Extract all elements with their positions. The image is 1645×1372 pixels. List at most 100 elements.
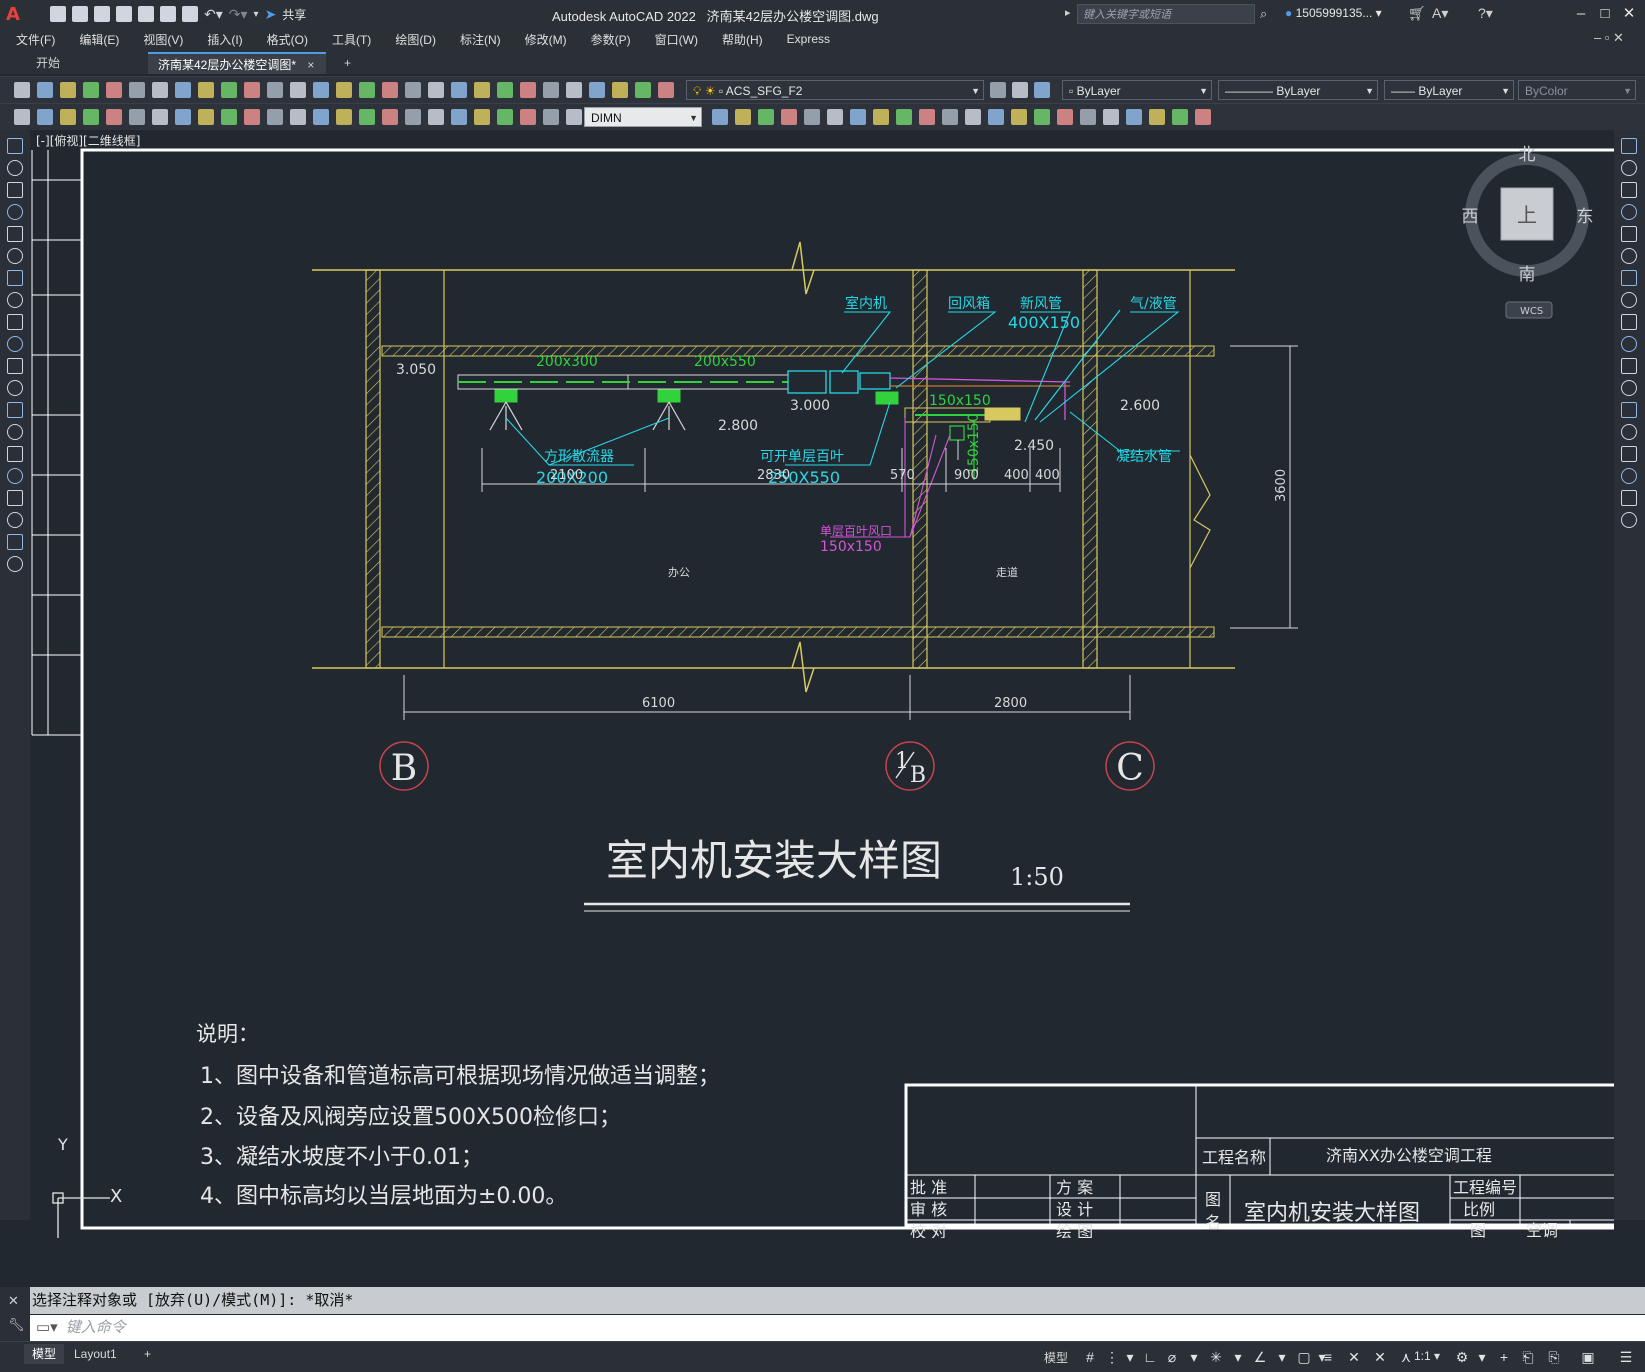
draw-tool-icon[interactable]: [7, 314, 23, 330]
dimension-tool-icon[interactable]: [497, 109, 513, 125]
modify-tool-icon[interactable]: [1621, 402, 1637, 418]
close-command-icon[interactable]: ✕: [8, 1293, 30, 1309]
status-toggle-icon[interactable]: ⎘: [1546, 1349, 1562, 1365]
dimension-tool-icon[interactable]: [942, 109, 958, 125]
dimension-tool-icon[interactable]: [758, 109, 774, 125]
standard-tool-icon[interactable]: [589, 82, 605, 98]
command-prompt-icon[interactable]: ▭▾: [36, 1319, 58, 1336]
cart-icon[interactable]: 🛒︎: [1408, 5, 1426, 22]
annotation-scale[interactable]: 1:1 ▾: [1414, 1349, 1440, 1363]
standard-tool-icon[interactable]: [152, 82, 168, 98]
dimension-tool-icon[interactable]: [83, 109, 99, 125]
standard-tool-icon[interactable]: [60, 82, 76, 98]
dimension-tool-icon[interactable]: [1126, 109, 1142, 125]
dimension-tool-icon[interactable]: [198, 109, 214, 125]
dimension-tool-icon[interactable]: [1057, 109, 1073, 125]
menu-parametric[interactable]: 参数(P): [579, 31, 643, 48]
color-combo[interactable]: ▫ ByLayer ▼: [1062, 80, 1212, 100]
standard-tool-icon[interactable]: [129, 82, 145, 98]
dimension-tool-icon[interactable]: [1034, 109, 1050, 125]
dimension-tool-icon[interactable]: [1195, 109, 1211, 125]
command-input[interactable]: ▭▾ 键入命令: [30, 1315, 1645, 1341]
dimension-tool-icon[interactable]: [152, 109, 168, 125]
draw-tool-icon[interactable]: [7, 534, 23, 550]
lineweight-combo[interactable]: —— ByLayer ▼: [1384, 80, 1514, 100]
command-line-handle[interactable]: ✕ 🔧︎: [0, 1287, 30, 1341]
modify-tool-icon[interactable]: [1621, 512, 1637, 528]
tab-active-drawing[interactable]: 济南某42层办公楼空调图* ×: [148, 52, 326, 74]
new-file-icon[interactable]: [50, 6, 66, 22]
status-toggle-icon[interactable]: ▾: [1474, 1349, 1490, 1365]
search-icon[interactable]: ⌕: [1260, 6, 1267, 22]
tab-close-button[interactable]: ×: [307, 58, 314, 72]
close-window-button[interactable]: ✕: [1618, 3, 1640, 25]
menu-window[interactable]: 窗口(W): [643, 31, 710, 48]
modify-tool-icon[interactable]: [1621, 182, 1637, 198]
autodesk-a-icon[interactable]: A▾: [1432, 5, 1448, 22]
draw-tool-icon[interactable]: [7, 446, 23, 462]
modify-tool-icon[interactable]: [1621, 226, 1637, 242]
dimension-tool-icon[interactable]: [781, 109, 797, 125]
draw-tool-icon[interactable]: [7, 336, 23, 352]
draw-tool-icon[interactable]: [7, 182, 23, 198]
modify-tool-icon[interactable]: [1621, 358, 1637, 374]
standard-tool-icon[interactable]: [990, 82, 1006, 98]
status-toggle-icon[interactable]: ≡: [1320, 1349, 1336, 1365]
tab-add-button[interactable]: +: [334, 52, 361, 74]
dimension-tool-icon[interactable]: [988, 109, 1004, 125]
dimension-tool-icon[interactable]: [244, 109, 260, 125]
linetype-combo[interactable]: ———— ByLayer ▼: [1218, 80, 1378, 100]
modify-tool-icon[interactable]: [1621, 248, 1637, 264]
standard-tool-icon[interactable]: [382, 82, 398, 98]
dimension-tool-icon[interactable]: [60, 109, 76, 125]
drawing-canvas[interactable]: [-][俯视][二维线框] 室内机 回风箱 新风管 气/液管 400X150 2…: [30, 130, 1614, 1238]
modify-tool-icon[interactable]: [1621, 292, 1637, 308]
modify-tool-icon[interactable]: [1621, 446, 1637, 462]
draw-tool-icon[interactable]: [7, 270, 23, 286]
status-toggle-icon[interactable]: ▾: [1274, 1349, 1290, 1365]
dimension-tool-icon[interactable]: [873, 109, 889, 125]
draw-tool-icon[interactable]: [7, 248, 23, 264]
viewcube-south[interactable]: 南: [1519, 265, 1536, 285]
modify-tool-icon[interactable]: [1621, 424, 1637, 440]
dimension-tool-icon[interactable]: [827, 109, 843, 125]
standard-tool-icon[interactable]: [428, 82, 444, 98]
standard-tool-icon[interactable]: [612, 82, 628, 98]
status-toggle-icon[interactable]: ⌀: [1164, 1349, 1180, 1365]
dimension-tool-icon[interactable]: [804, 109, 820, 125]
standard-tool-icon[interactable]: [520, 82, 536, 98]
dimension-tool-icon[interactable]: [1011, 109, 1027, 125]
tab-add-layout[interactable]: +: [136, 1344, 159, 1364]
status-toggle-icon[interactable]: ∟: [1142, 1349, 1158, 1365]
open-web-icon[interactable]: [138, 6, 154, 22]
status-toggle-icon[interactable]: +: [1496, 1349, 1512, 1365]
modify-tool-icon[interactable]: [1621, 270, 1637, 286]
dimension-tool-icon[interactable]: [919, 109, 935, 125]
dimension-tool-icon[interactable]: [290, 109, 306, 125]
search-expand-icon[interactable]: ▸: [1065, 6, 1071, 19]
undo-icon[interactable]: ↶▾: [204, 6, 223, 23]
standard-tool-icon[interactable]: [405, 82, 421, 98]
status-toggle-icon[interactable]: ▣: [1580, 1349, 1596, 1365]
standard-tool-icon[interactable]: [451, 82, 467, 98]
status-toggle-icon[interactable]: ⋏: [1398, 1349, 1414, 1365]
draw-tool-icon[interactable]: [7, 226, 23, 242]
viewcube-east[interactable]: 东: [1577, 207, 1594, 227]
tab-model[interactable]: 模型: [24, 1344, 65, 1364]
dimension-tool-icon[interactable]: [543, 109, 559, 125]
dimension-tool-icon[interactable]: [336, 109, 352, 125]
draw-tool-icon[interactable]: [7, 160, 23, 176]
user-account[interactable]: ● 1505999135... ▾: [1285, 6, 1382, 20]
draw-tool-icon[interactable]: [7, 402, 23, 418]
dimension-tool-icon[interactable]: [37, 109, 53, 125]
standard-tool-icon[interactable]: [244, 82, 260, 98]
status-toggle-icon[interactable]: ✕: [1346, 1349, 1362, 1365]
standard-tool-icon[interactable]: [83, 82, 99, 98]
draw-tool-icon[interactable]: [7, 468, 23, 484]
draw-tool-icon[interactable]: [7, 358, 23, 374]
save-icon[interactable]: [94, 6, 110, 22]
menu-file[interactable]: 文件(F): [0, 31, 67, 48]
status-toggle-icon[interactable]: ⎗: [1520, 1349, 1536, 1365]
standard-tool-icon[interactable]: [290, 82, 306, 98]
dimension-tool-icon[interactable]: [735, 109, 751, 125]
